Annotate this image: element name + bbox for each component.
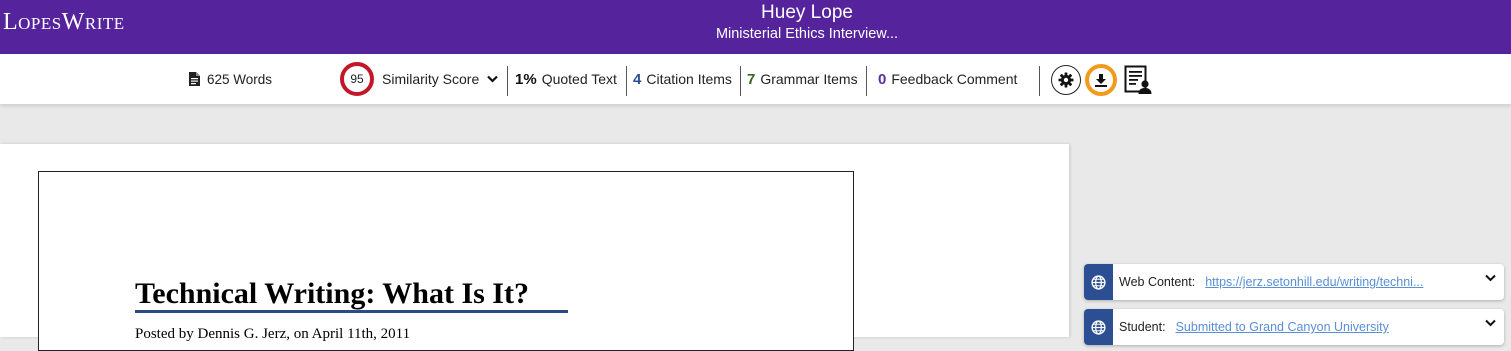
settings-button[interactable] <box>1051 65 1081 95</box>
quoted-text-label: Quoted Text <box>541 71 617 87</box>
document-icon <box>189 72 200 86</box>
report-icon <box>1124 65 1152 94</box>
word-count-label: 625 Words <box>207 71 273 87</box>
feedback-comment-label: Feedback Comment <box>891 71 1018 87</box>
download-button[interactable] <box>1085 64 1117 96</box>
gear-icon <box>1058 72 1074 88</box>
chevron-down-icon[interactable] <box>1485 274 1496 282</box>
match-source-type: Web Content: <box>1119 275 1196 289</box>
globe-icon <box>1091 319 1106 335</box>
document-title: Ministerial Ethics Interview... <box>715 26 899 42</box>
app-header: LopesWrite Huey Lope Ministerial Ethics … <box>0 0 1511 54</box>
grammar-items-value: 7 <box>747 70 756 88</box>
divider <box>1039 66 1040 96</box>
word-count: 625 Words <box>189 54 272 104</box>
chevron-down-icon <box>487 75 499 83</box>
grammar-items-label: Grammar Items <box>760 71 858 87</box>
feedback-comment-item[interactable]: 0 Feedback Comment <box>878 54 1017 104</box>
quoted-text-value: 1% <box>515 70 537 88</box>
quoted-text-item[interactable]: 1% Quoted Text <box>515 54 617 104</box>
match-source-type: Student: <box>1119 320 1166 334</box>
divider <box>740 66 741 96</box>
similarity-score-value: 95 <box>350 72 364 86</box>
instructor-report-button[interactable] <box>1122 64 1154 96</box>
similarity-score-ring: 95 <box>340 62 374 96</box>
document-heading[interactable]: Technical Writing: What Is It? <box>135 277 529 311</box>
document-frame <box>38 171 854 351</box>
card-icon-box <box>1084 264 1113 300</box>
match-card-student[interactable]: Student: Submitted to Grand Canyon Unive… <box>1084 309 1504 345</box>
similarity-score-dropdown[interactable]: 95 Similarity Score <box>340 54 499 104</box>
grammar-items-item[interactable]: 7 Grammar Items <box>747 54 858 104</box>
similarity-score-label: Similarity Score <box>382 71 480 87</box>
divider <box>866 66 867 96</box>
title-block: Huey Lope Ministerial Ethics Interview..… <box>0 3 1511 43</box>
divider <box>507 66 508 96</box>
match-source-link[interactable]: Submitted to Grand Canyon University <box>1176 320 1389 334</box>
feedback-comment-value: 0 <box>878 70 887 88</box>
globe-icon <box>1091 274 1106 290</box>
toolbar: 625 Words 95 Similarity Score 1% Quoted … <box>0 54 1511 104</box>
citation-items-item[interactable]: 4 Citation Items <box>633 54 732 104</box>
card-icon-box <box>1084 309 1113 345</box>
match-source-link[interactable]: https://jerz.setonhill.edu/writing/techn… <box>1205 275 1423 289</box>
match-highlight-underline <box>135 310 568 313</box>
citation-items-value: 4 <box>633 70 642 88</box>
chevron-down-icon[interactable] <box>1485 319 1496 327</box>
download-icon <box>1095 74 1107 87</box>
citation-items-label: Citation Items <box>646 71 732 87</box>
match-card-web-content[interactable]: Web Content: https://jerz.setonhill.edu/… <box>1084 264 1504 300</box>
student-name: Huey Lope <box>761 2 853 23</box>
document-byline: Posted by Dennis G. Jerz, on April 11th,… <box>135 326 411 342</box>
divider <box>626 66 627 96</box>
